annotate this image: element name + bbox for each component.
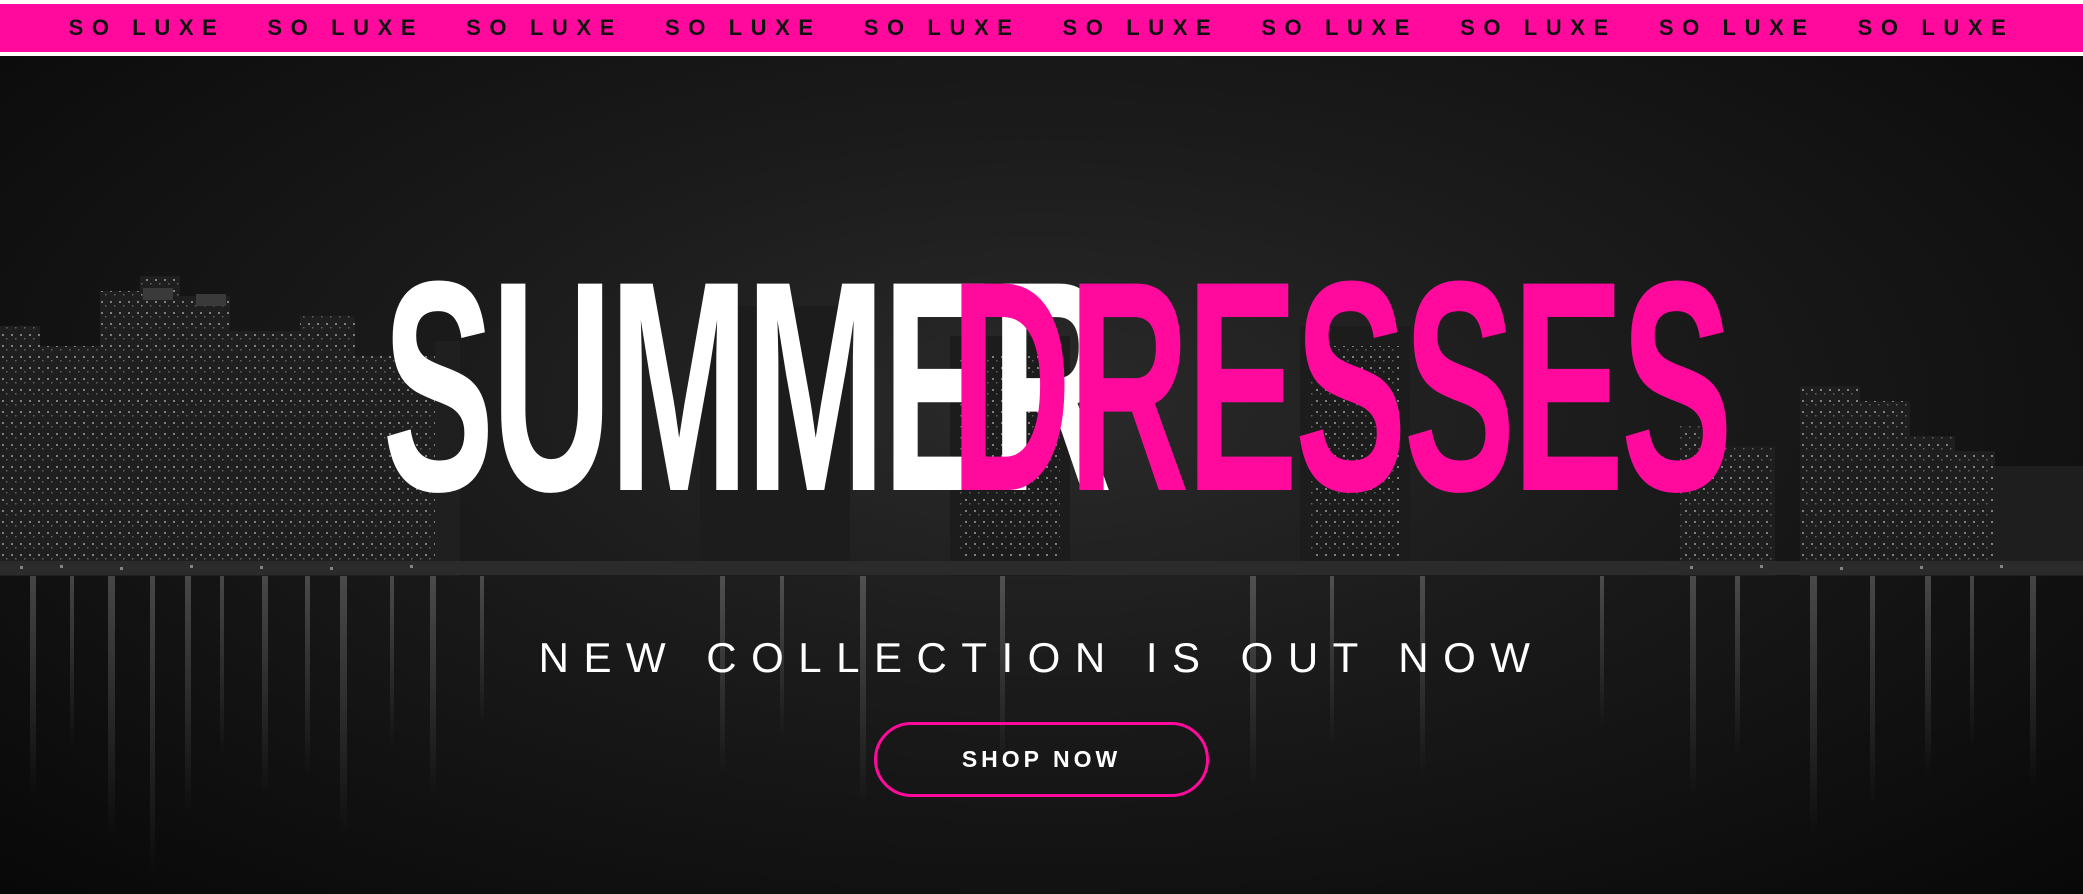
- shop-now-label: SHOP NOW: [961, 746, 1122, 772]
- marquee-item: SO LUXE: [1460, 15, 1617, 40]
- marquee-item: SO LUXE: [1062, 15, 1220, 40]
- hero-background: SUMMER DRESSES NEW COLLECTION IS OUT NOW…: [0, 56, 2083, 894]
- headline: SUMMER DRESSES: [0, 226, 2083, 546]
- subtitle: NEW COLLECTION IS OUT NOW: [538, 634, 1545, 681]
- shop-now-button[interactable]: SHOP NOW: [874, 722, 1209, 797]
- marquee-item: SO LUXE: [1857, 15, 2015, 40]
- top-ribbon: SO LUXE SO LUXE SO LUXE SO LUXE SO LUXE …: [0, 0, 2083, 56]
- marquee-item: SO LUXE: [664, 15, 822, 40]
- marquee-item: SO LUXE: [1261, 15, 1419, 40]
- marquee-band: SO LUXE SO LUXE SO LUXE SO LUXE SO LUXE …: [0, 4, 2083, 52]
- marquee-item: SO LUXE: [863, 15, 1021, 40]
- marquee-item: SO LUXE: [466, 15, 623, 40]
- headline-word-dresses: DRESSES: [950, 226, 1733, 546]
- marquee-item: SO LUXE: [1658, 15, 1816, 40]
- marquee-item: SO LUXE: [267, 15, 425, 40]
- hero-banner: SO LUXE SO LUXE SO LUXE SO LUXE SO LUXE …: [0, 0, 2083, 894]
- headline-text-pink: DRESSES: [949, 218, 1733, 554]
- marquee-item: SO LUXE: [68, 15, 226, 40]
